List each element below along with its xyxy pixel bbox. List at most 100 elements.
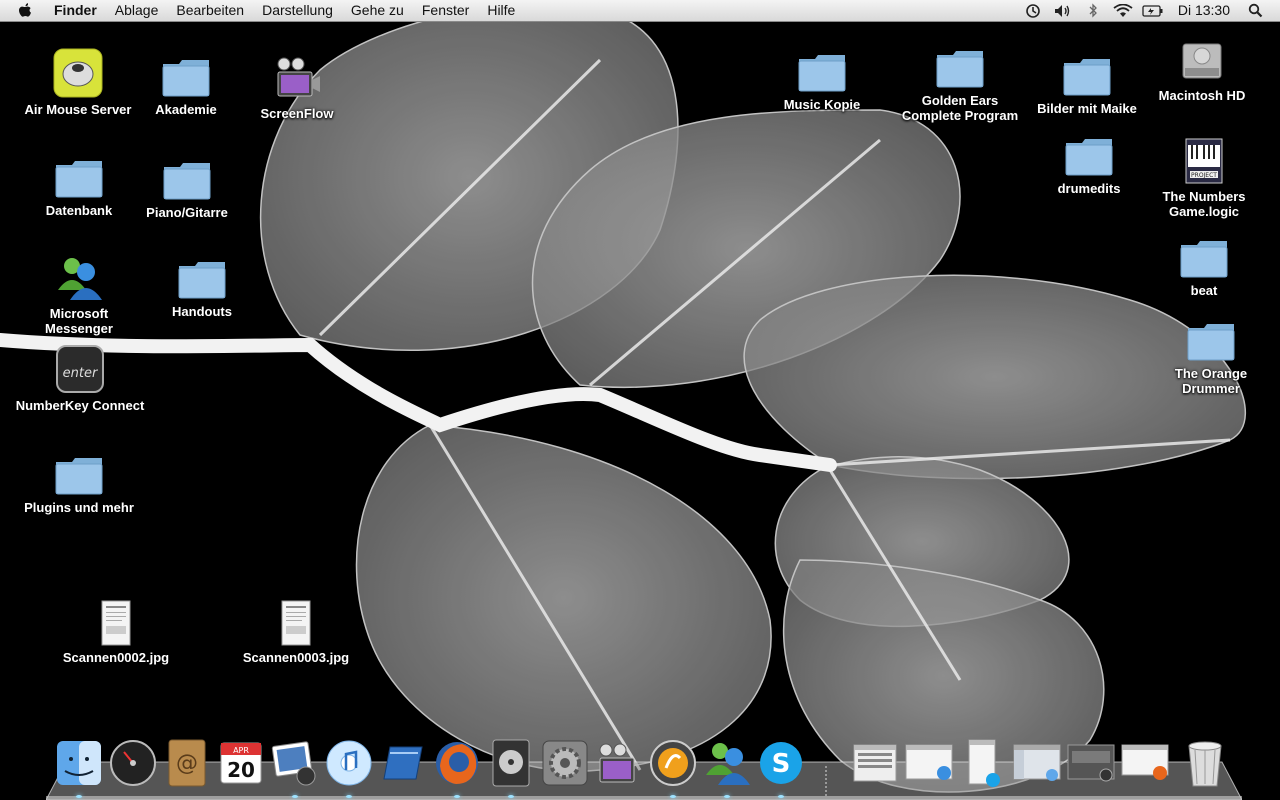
folder-icon bbox=[160, 147, 214, 201]
desktop-icon-label: The Orange Drummer bbox=[1174, 366, 1248, 396]
dvd-player-dock-icon[interactable] bbox=[484, 736, 538, 790]
desktop-icon-microsoft-messenger[interactable]: Microsoft Messenger bbox=[14, 248, 144, 336]
word-dock-icon[interactable] bbox=[376, 736, 430, 790]
folder-icon bbox=[933, 35, 987, 89]
desktop-icon-beat[interactable]: beat bbox=[1139, 225, 1269, 298]
menu-finder[interactable]: Finder bbox=[50, 0, 106, 21]
menu-bearbeiten[interactable]: Bearbeiten bbox=[167, 0, 253, 21]
desktop-icon-numberkey-connect[interactable]: enter NumberKey Connect bbox=[15, 340, 145, 413]
dashboard-dock-icon[interactable] bbox=[106, 736, 160, 790]
desktop-icon-scannen0002[interactable]: Scannen0002.jpg bbox=[51, 592, 181, 665]
running-indicator-firefox bbox=[454, 795, 460, 798]
minimized-window-firefox-icon[interactable] bbox=[1118, 736, 1172, 790]
desktop-icon-label: drumedits bbox=[1057, 181, 1121, 196]
numberkey-app-icon: enter bbox=[53, 340, 107, 394]
folder-icon bbox=[1060, 43, 1114, 97]
desktop-icon-label: Akademie bbox=[155, 102, 217, 117]
logic-dock-icon[interactable] bbox=[646, 736, 700, 790]
address-book-dock-icon[interactable]: @ bbox=[160, 736, 214, 790]
svg-text:enter: enter bbox=[63, 366, 99, 381]
minimized-window-skype-icon[interactable] bbox=[956, 736, 1010, 790]
minimized-window-itunes-icon[interactable] bbox=[1010, 736, 1064, 790]
desktop-icon-label: Macintosh HD bbox=[1158, 88, 1246, 103]
menu-clock[interactable]: Di 13:30 bbox=[1168, 0, 1240, 21]
bluetooth-icon[interactable] bbox=[1082, 0, 1104, 21]
running-indicator-skype bbox=[778, 795, 784, 798]
running-indicator-iphoto bbox=[292, 795, 298, 798]
air-mouse-app-icon bbox=[51, 44, 105, 98]
folder-icon bbox=[795, 39, 849, 93]
desktop-icon-screenflow[interactable]: ScreenFlow bbox=[232, 48, 362, 121]
desktop-icon-piano-gitarre[interactable]: Piano/Gitarre bbox=[122, 147, 252, 220]
desktop-icon-scannen0003[interactable]: Scannen0003.jpg bbox=[231, 592, 361, 665]
desktop-icon-label: Air Mouse Server bbox=[24, 102, 132, 117]
firefox-dock-icon[interactable] bbox=[430, 736, 484, 790]
desktop-icon-macintosh-hd[interactable]: Macintosh HD bbox=[1137, 30, 1267, 103]
desktop-icon-plugins-und-mehr[interactable]: Plugins und mehr bbox=[14, 442, 144, 515]
desktop-icon-label: Piano/Gitarre bbox=[146, 205, 228, 220]
desktop-icon-label: Scannen0003.jpg bbox=[242, 650, 350, 665]
menu-gehe-zu[interactable]: Gehe zu bbox=[342, 0, 413, 21]
menu-darstellung[interactable]: Darstellung bbox=[253, 0, 342, 21]
trash-icon[interactable] bbox=[1178, 736, 1232, 790]
status-area: Di 13:30 bbox=[1018, 0, 1280, 21]
apple-menu-icon[interactable] bbox=[14, 0, 36, 21]
folder-icon bbox=[52, 442, 106, 496]
desktop-icon-handouts[interactable]: Handouts bbox=[137, 246, 267, 319]
desktop-icon-the-orange-drummer[interactable]: The Orange Drummer bbox=[1146, 308, 1276, 396]
time-machine-icon[interactable] bbox=[1022, 0, 1044, 21]
volume-icon[interactable] bbox=[1052, 0, 1074, 21]
folder-icon bbox=[1062, 123, 1116, 177]
running-indicator-dvd-player bbox=[508, 795, 514, 798]
running-indicator-logic bbox=[670, 795, 676, 798]
desktop-icon-label: Music Kopie bbox=[783, 97, 861, 112]
folder-icon bbox=[1177, 225, 1231, 279]
ical-dock-icon[interactable]: APR 20 bbox=[214, 736, 268, 790]
desktop-icon-label: The Numbers Game.logic bbox=[1162, 189, 1246, 219]
desktop-wallpaper bbox=[0, 0, 1280, 800]
running-indicator-finder bbox=[76, 795, 82, 798]
battery-icon[interactable] bbox=[1142, 0, 1164, 21]
menu-ablage[interactable]: Ablage bbox=[106, 0, 168, 21]
folder-icon bbox=[1184, 308, 1238, 362]
svg-text:S: S bbox=[772, 749, 791, 779]
folder-icon bbox=[175, 246, 229, 300]
svg-text:@: @ bbox=[176, 751, 198, 776]
messenger-dock-icon[interactable] bbox=[700, 736, 754, 790]
iphoto-dock-icon[interactable] bbox=[268, 736, 322, 790]
desktop-icon-label: Microsoft Messenger bbox=[45, 306, 113, 336]
desktop-icon-label: Datenbank bbox=[45, 203, 113, 218]
itunes-dock-icon[interactable] bbox=[322, 736, 376, 790]
screenflow-dock-icon[interactable] bbox=[592, 736, 646, 790]
wifi-icon[interactable] bbox=[1112, 0, 1134, 21]
menu-hilfe[interactable]: Hilfe bbox=[478, 0, 524, 21]
desktop-icon-music-kopie[interactable]: Music Kopie bbox=[757, 39, 887, 112]
spotlight-icon[interactable] bbox=[1244, 0, 1266, 21]
skype-dock-icon[interactable]: S bbox=[754, 736, 808, 790]
folder-icon bbox=[52, 145, 106, 199]
running-indicator-messenger bbox=[724, 795, 730, 798]
desktop-icon-the-numbers-game-logic[interactable]: PROJECT The Numbers Game.logic bbox=[1139, 131, 1269, 219]
jpg-document-icon bbox=[89, 592, 143, 646]
desktop-icon-drumedits[interactable]: drumedits bbox=[1024, 123, 1154, 196]
desktop-icon-bilder-mit-maike[interactable]: Bilder mit Maike bbox=[1022, 43, 1152, 116]
menu-fenster[interactable]: Fenster bbox=[413, 0, 478, 21]
desktop-icon-golden-ears[interactable]: Golden Ears Complete Program bbox=[895, 35, 1025, 123]
folder-icon bbox=[159, 44, 213, 98]
menu-bar: Finder Ablage Bearbeiten Darstellung Geh… bbox=[0, 0, 1280, 22]
minimized-window-dvd-icon[interactable] bbox=[1064, 736, 1118, 790]
system-preferences-dock-icon[interactable] bbox=[538, 736, 592, 790]
desktop-icon-label: Plugins und mehr bbox=[24, 500, 134, 515]
desktop-icon-label: Bilder mit Maike bbox=[1037, 101, 1137, 116]
minimized-window-1-icon[interactable] bbox=[848, 736, 902, 790]
screenflow-app-icon bbox=[270, 48, 324, 102]
svg-text:PROJECT: PROJECT bbox=[1191, 172, 1217, 179]
dock: @ APR 20 S bbox=[46, 739, 1242, 800]
finder-dock-icon[interactable] bbox=[52, 736, 106, 790]
jpg-document-icon bbox=[269, 592, 323, 646]
minimized-window-messenger-icon[interactable] bbox=[902, 736, 956, 790]
calendar-month: APR bbox=[233, 746, 249, 755]
running-indicator-itunes bbox=[346, 795, 352, 798]
desktop-icon-label: Scannen0002.jpg bbox=[62, 650, 170, 665]
desktop-icon-label: Handouts bbox=[172, 304, 232, 319]
